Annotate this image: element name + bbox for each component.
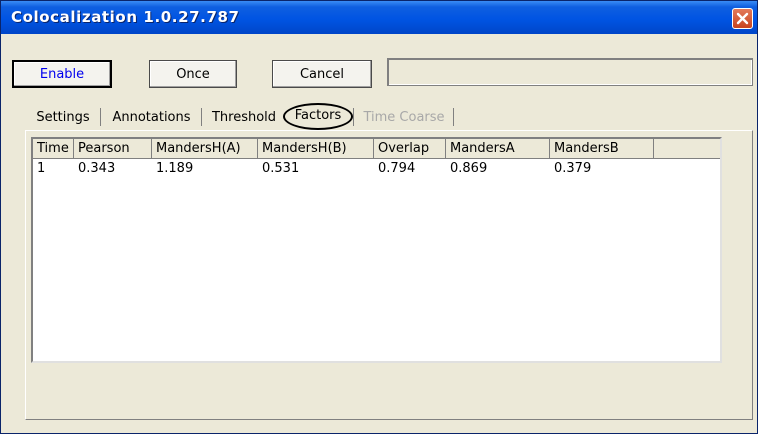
- window-title: Colocalization 1.0.27.787: [11, 8, 240, 26]
- colocalization-window: Colocalization 1.0.27.787 Enable Once Ca…: [0, 0, 758, 434]
- column-header-mandersh-a[interactable]: MandersH(A): [152, 139, 258, 159]
- column-header-overlap[interactable]: Overlap: [374, 139, 446, 159]
- table-row[interactable]: 1 0.343 1.189 0.531 0.794 0.869 0.379: [33, 160, 720, 178]
- cell-mandersa: 0.869: [450, 161, 488, 176]
- cell-mandersh-a: 1.189: [156, 161, 194, 176]
- tab-settings[interactable]: Settings: [28, 106, 98, 128]
- cell-time: 1: [37, 161, 46, 176]
- tab-annotations[interactable]: Annotations: [104, 106, 199, 128]
- column-header-pearson[interactable]: Pearson: [74, 139, 152, 159]
- title-bar[interactable]: Colocalization 1.0.27.787: [1, 1, 757, 34]
- tab-separator: [353, 108, 354, 126]
- tab-factors[interactable]: Factors: [285, 104, 351, 126]
- tab-separator: [201, 108, 202, 126]
- column-header-mandersb[interactable]: MandersB: [550, 139, 654, 159]
- column-header-filler: [654, 139, 720, 159]
- once-button[interactable]: Once: [149, 60, 237, 88]
- table-header: Time Pearson MandersH(A) MandersH(B) Ove…: [33, 139, 720, 159]
- column-header-time[interactable]: Time: [33, 139, 74, 159]
- cell-mandersh-b: 0.531: [262, 161, 300, 176]
- client-area: Enable Once Cancel Settings Annotations …: [1, 34, 757, 433]
- close-button[interactable]: [732, 8, 753, 29]
- tab-separator: [100, 108, 101, 126]
- close-icon: [736, 12, 749, 25]
- cell-overlap: 0.794: [378, 161, 416, 176]
- enable-button[interactable]: Enable: [12, 60, 112, 88]
- column-header-mandersa[interactable]: MandersA: [446, 139, 550, 159]
- tab-separator: [453, 108, 454, 126]
- tab-strip: Settings Annotations Threshold Factors T…: [1, 102, 757, 130]
- column-header-mandersh-b[interactable]: MandersH(B): [258, 139, 374, 159]
- tab-time-coarse: Time Coarse: [363, 109, 445, 125]
- cell-mandersb: 0.379: [554, 161, 592, 176]
- cancel-button[interactable]: Cancel: [272, 60, 372, 88]
- status-field: [387, 58, 753, 86]
- factors-table[interactable]: Time Pearson MandersH(A) MandersH(B) Ove…: [31, 137, 722, 363]
- cell-pearson: 0.343: [78, 161, 116, 176]
- tab-threshold[interactable]: Threshold: [205, 106, 283, 128]
